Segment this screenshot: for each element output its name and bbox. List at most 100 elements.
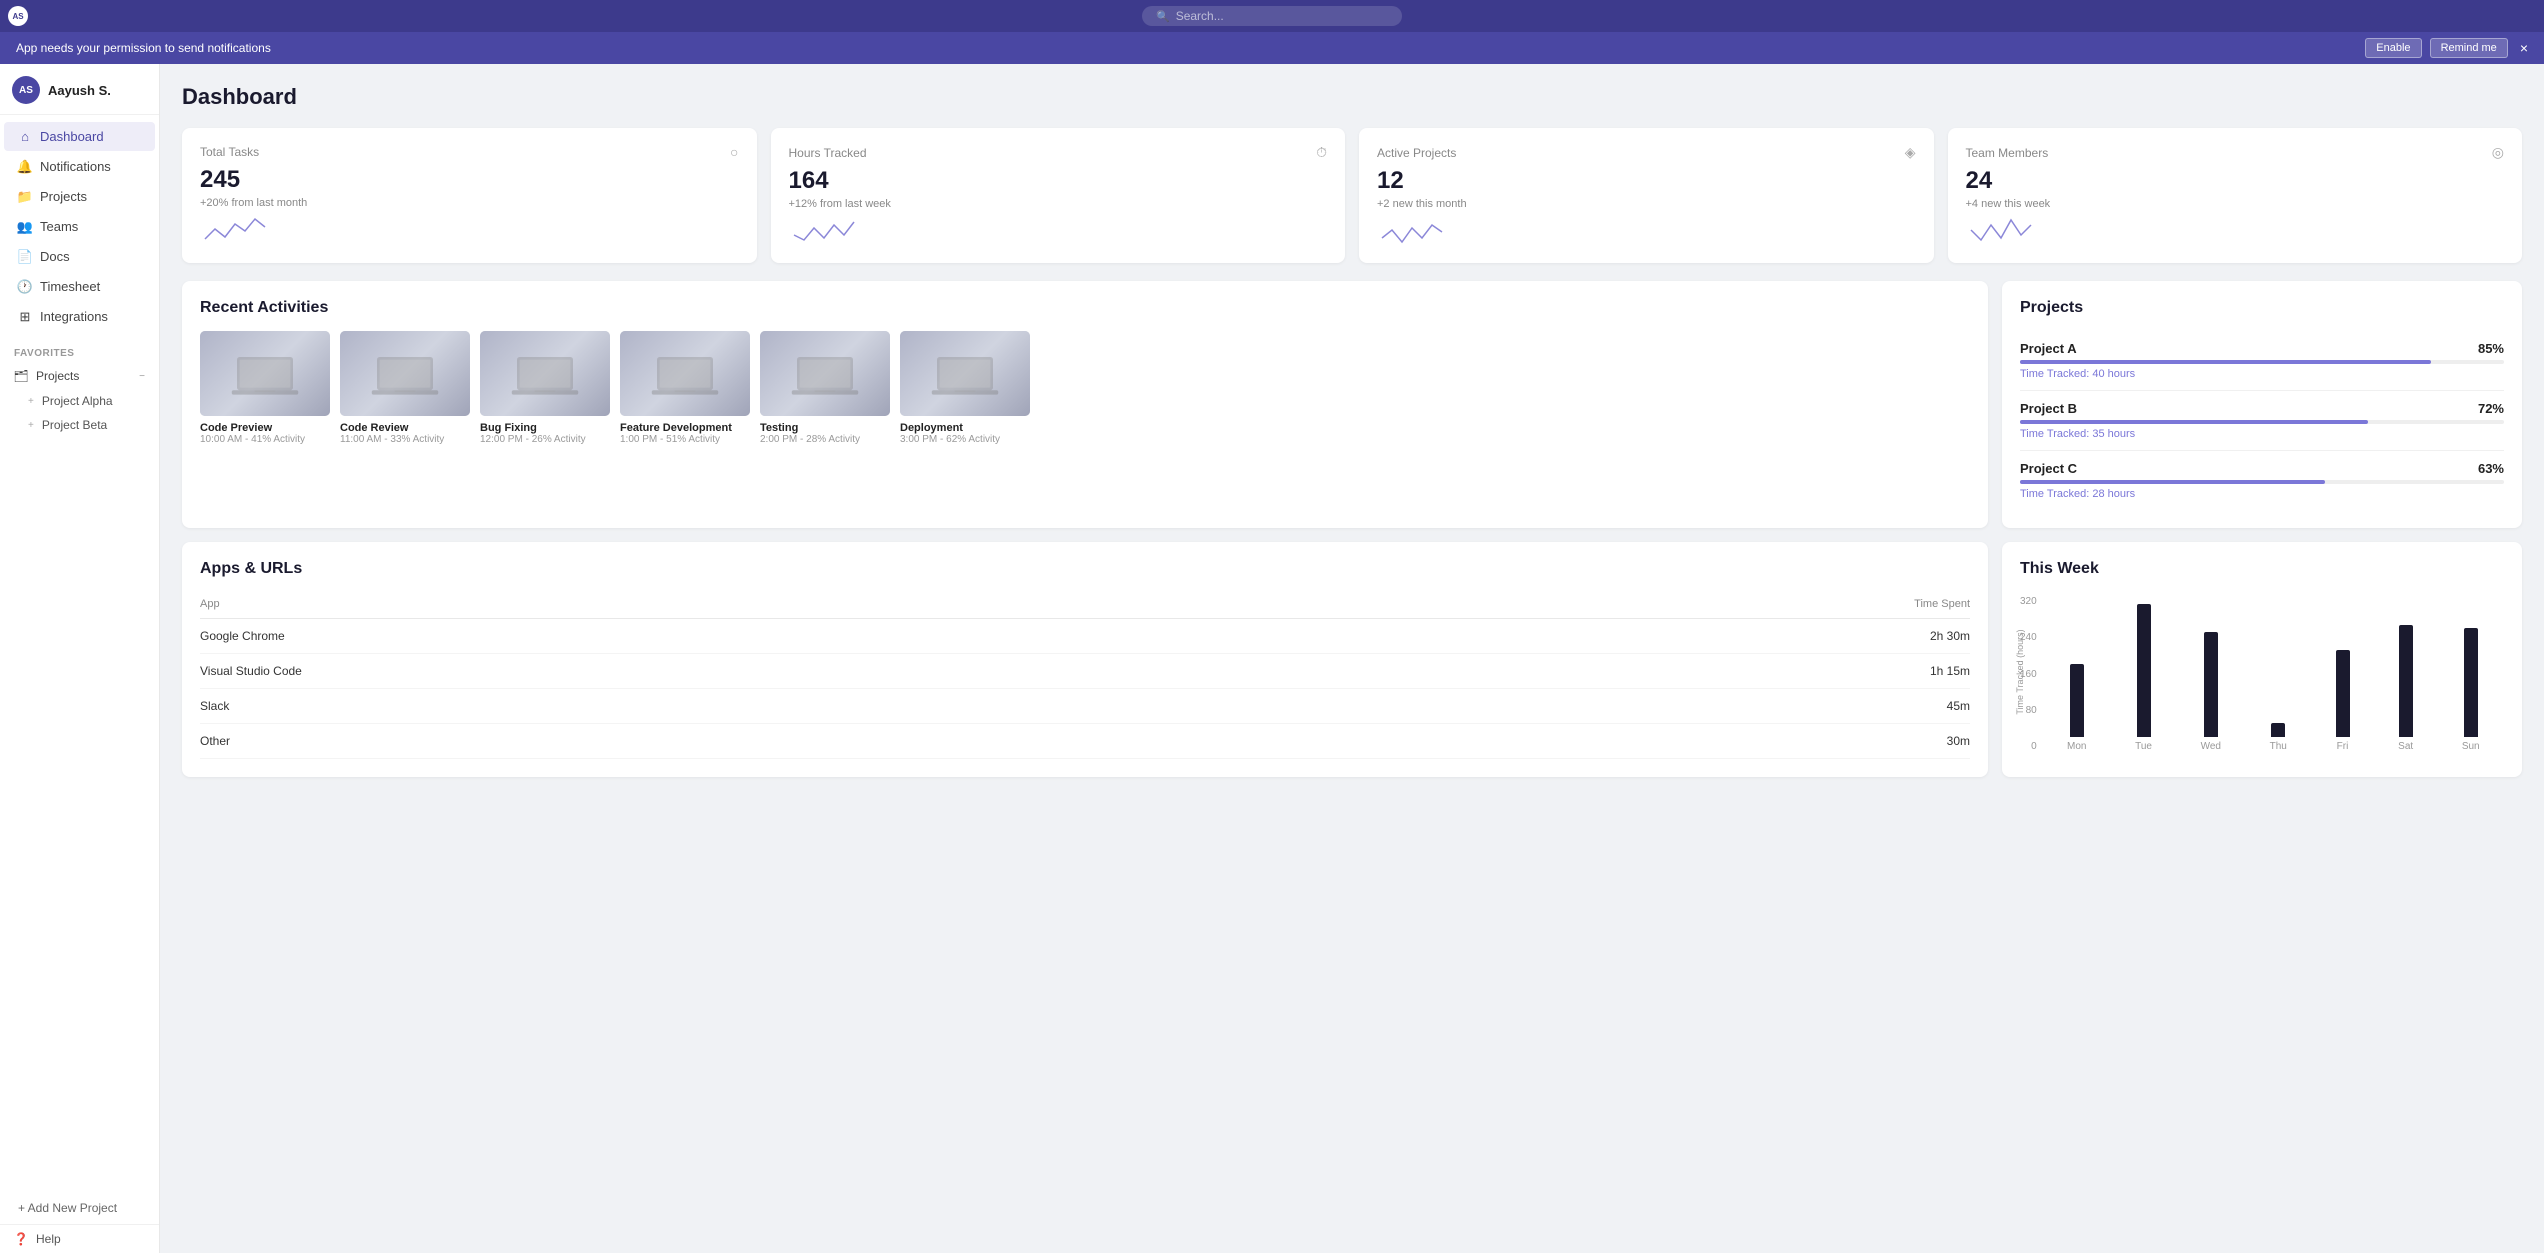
sidebar-item-projects[interactable]: 📁 Projects [4, 182, 155, 211]
activity-meta-code-preview: 10:00 AM - 41% Activity [200, 434, 330, 445]
project-row-project-a: Project A 85% Time Tracked: 40 hours [2020, 331, 2504, 391]
nav-label-teams: Teams [40, 219, 78, 234]
app-name-vscode: Visual Studio Code [200, 664, 302, 678]
project-pct-project-a: 85% [2478, 341, 2504, 356]
bar-fill-Thu [2271, 723, 2285, 737]
activity-thumb-testing [760, 331, 890, 416]
plus-icon: + [28, 396, 34, 407]
nav-label-projects: Projects [40, 189, 87, 204]
stat-cards: Total Tasks ○ 245 +20% from last month H… [182, 128, 2522, 263]
stat-change-hours-tracked: +12% from last week [789, 198, 1328, 210]
bar-label-Wed: Wed [2201, 741, 2221, 752]
activities-grid: Code Preview 10:00 AM - 41% Activity Cod… [200, 331, 1970, 445]
stat-card-total-tasks: Total Tasks ○ 245 +20% from last month [182, 128, 757, 263]
progress-fill-project-a [2020, 360, 2431, 364]
bar-fill-Sat [2399, 625, 2413, 737]
mini-chart-team-members [1966, 210, 2046, 246]
sidebar-item-integrations[interactable]: ⊞ Integrations [4, 302, 155, 331]
stat-value-active-projects: 12 [1377, 167, 1916, 195]
stat-card-active-projects: Active Projects ◈ 12 +2 new this month [1359, 128, 1934, 263]
mini-chart-hours-tracked [789, 210, 869, 246]
stat-icon-hours-tracked: ⏱ [1316, 144, 1327, 161]
activity-meta-feature-dev: 1:00 PM - 51% Activity [620, 434, 750, 445]
laptop-svg-testing [790, 349, 860, 399]
activity-item-bug-fixing[interactable]: Bug Fixing 12:00 PM - 26% Activity [480, 331, 610, 445]
project-pct-project-b: 72% [2478, 401, 2504, 416]
laptop-svg-feature-dev [650, 349, 720, 399]
doc-icon: 📄 [18, 250, 32, 264]
sidebar-item-notifications[interactable]: 🔔 Notifications [4, 152, 155, 181]
avatar: AS [12, 76, 40, 104]
laptop-svg-deployment [930, 349, 1000, 399]
projects-title: Projects [2020, 299, 2504, 317]
bar-label-Thu: Thu [2270, 741, 2287, 752]
app-time-vscode: 1h 15m [1930, 664, 1970, 678]
activity-item-code-preview[interactable]: Code Preview 10:00 AM - 41% Activity [200, 331, 330, 445]
banner-close-button[interactable]: × [2520, 40, 2528, 56]
bar-fill-Tue [2137, 604, 2151, 737]
project-alpha-label: Project Alpha [42, 394, 113, 408]
nav-label-integrations: Integrations [40, 309, 108, 324]
sidebar-item-teams[interactable]: 👥 Teams [4, 212, 155, 241]
activity-item-testing[interactable]: Testing 2:00 PM - 28% Activity [760, 331, 890, 445]
help-item[interactable]: ❓ Help [0, 1224, 159, 1253]
app-time-other: 30m [1947, 734, 1970, 748]
bar-label-Fri: Fri [2337, 741, 2349, 752]
project-name-project-a: Project A [2020, 341, 2077, 356]
chart-bar-Thu: Thu [2270, 723, 2287, 752]
progress-fill-project-c [2020, 480, 2325, 484]
app-name-chrome: Google Chrome [200, 629, 285, 643]
stat-change-total-tasks: +20% from last month [200, 197, 739, 209]
progress-bg-project-a [2020, 360, 2504, 364]
activity-item-code-review[interactable]: Code Review 11:00 AM - 33% Activity [340, 331, 470, 445]
activity-thumb-code-review [340, 331, 470, 416]
activity-name-deployment: Deployment [900, 422, 1030, 434]
favorites-projects[interactable]: 🗂 Projects − [0, 363, 159, 389]
activity-name-bug-fixing: Bug Fixing [480, 422, 610, 434]
apps-col-app: App [200, 598, 220, 610]
chart-bar-Mon: Mon [2067, 664, 2086, 752]
add-new-project[interactable]: + Add New Project [4, 1194, 155, 1222]
y-axis-label: Time Tracked (hours) [2015, 629, 2025, 714]
sidebar-item-timesheet[interactable]: 🕐 Timesheet [4, 272, 155, 301]
projects-list: Project A 85% Time Tracked: 40 hours Pro… [2020, 331, 2504, 510]
grid-icon: ⊞ [18, 310, 32, 324]
folder-open-icon: 🗂 [14, 369, 28, 383]
chart-bar-Tue: Tue [2135, 604, 2152, 752]
chart-bar-Wed: Wed [2201, 632, 2221, 752]
remind-me-button[interactable]: Remind me [2430, 38, 2508, 58]
bar-label-Sun: Sun [2462, 741, 2480, 752]
fav-projects-label: Projects [36, 369, 79, 383]
chart-bar-Sat: Sat [2398, 625, 2413, 752]
collapse-icon: − [139, 371, 145, 382]
app-time-slack: 45m [1947, 699, 1970, 713]
project-time-project-a: Time Tracked: 40 hours [2020, 368, 2504, 380]
nav-label-docs: Docs [40, 249, 70, 264]
activity-name-testing: Testing [760, 422, 890, 434]
stat-card-team-members: Team Members ◎ 24 +4 new this week [1948, 128, 2523, 263]
sidebar-item-project-alpha[interactable]: + Project Alpha [0, 389, 159, 413]
stat-label-hours-tracked: Hours Tracked [789, 146, 867, 160]
search-input[interactable] [1176, 9, 1376, 23]
bar-fill-Mon [2070, 664, 2084, 737]
sidebar-item-docs[interactable]: 📄 Docs [4, 242, 155, 271]
enable-button[interactable]: Enable [2365, 38, 2421, 58]
y-axis-label-value: 320 [2020, 596, 2037, 607]
bar-fill-Fri [2336, 650, 2350, 737]
main-content: Dashboard Total Tasks ○ 245 +20% from la… [160, 64, 2544, 1253]
activity-item-deployment[interactable]: Deployment 3:00 PM - 62% Activity [900, 331, 1030, 445]
bar-label-Tue: Tue [2135, 741, 2152, 752]
sidebar-item-project-beta[interactable]: + Project Beta [0, 413, 159, 437]
apps-list: Google Chrome 2h 30m Visual Studio Code … [200, 619, 1970, 759]
project-time-project-c: Time Tracked: 28 hours [2020, 488, 2504, 500]
project-row-project-b: Project B 72% Time Tracked: 35 hours [2020, 391, 2504, 451]
stat-icon-total-tasks: ○ [730, 144, 738, 160]
chart-area: Time Tracked (hours) MonTueWedThuFriSatS… [2043, 592, 2504, 752]
projects-card: Projects Project A 85% Time Tracked: 40 … [2002, 281, 2522, 528]
sidebar-item-dashboard[interactable]: ⌂ Dashboard [4, 122, 155, 151]
app-time-chrome: 2h 30m [1930, 629, 1970, 643]
search-bar[interactable]: 🔍 [1142, 6, 1402, 26]
topbar-avatar: AS [8, 6, 28, 26]
apps-urls-card: Apps & URLs App Time Spent Google Chrome… [182, 542, 1988, 777]
activity-item-feature-dev[interactable]: Feature Development 1:00 PM - 51% Activi… [620, 331, 750, 445]
